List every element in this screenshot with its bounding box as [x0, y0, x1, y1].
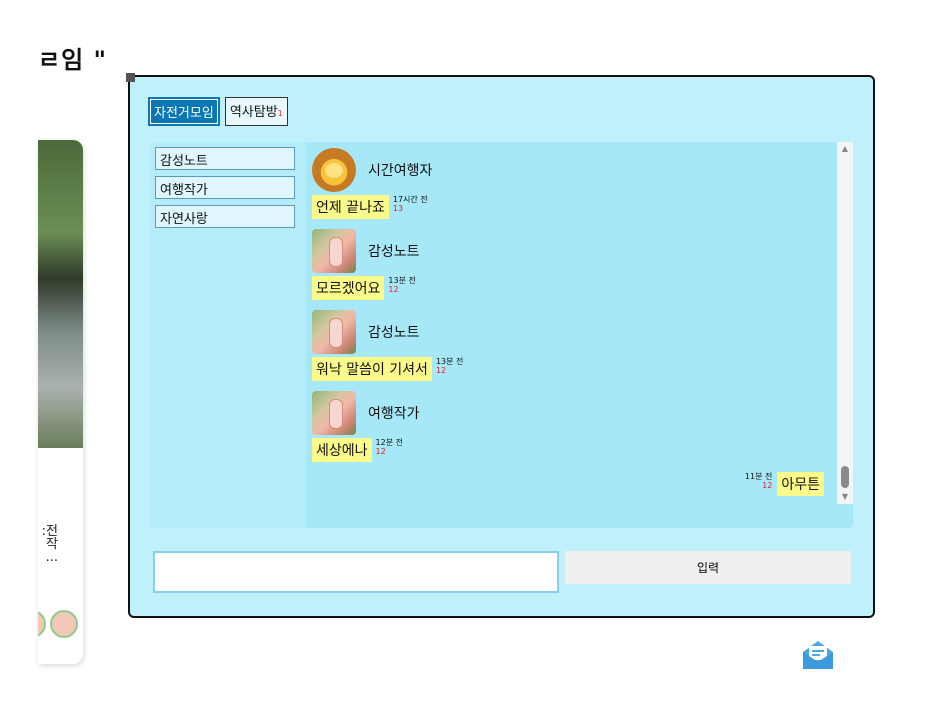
- sender-name: 시간여행자: [368, 163, 433, 179]
- tab-room-history-tour[interactable]: 역사탐방1: [224, 97, 288, 126]
- message-time: 11분 전: [744, 472, 773, 481]
- message-bubble: 워낙 말씀이 기셔서: [312, 357, 432, 381]
- tab-room-bike-club[interactable]: 자전거모임: [148, 97, 220, 126]
- sender-name: 감성노트: [368, 244, 420, 260]
- scroll-up-arrow-icon[interactable]: ▲: [837, 142, 853, 156]
- message-time: 12분 전: [375, 438, 403, 447]
- sender-name: 감성노트: [368, 325, 420, 341]
- unread-badge: 1: [277, 109, 283, 118]
- sender-name: 여행작가: [368, 406, 420, 422]
- chat-body: 감성노트 여행작가 자연사랑 시간여행자 언제 끝나죠 17시간 전 13 감성…: [151, 142, 853, 528]
- page-heading: ㄹ임 ": [38, 46, 108, 74]
- message-meta: 13분 전 12: [436, 357, 463, 375]
- message-list: 시간여행자 언제 끝나죠 17시간 전 13 감성노트 모르겠어요 13분 전 …: [308, 142, 838, 528]
- send-button[interactable]: 입력: [565, 551, 851, 584]
- read-count: 13: [392, 204, 404, 213]
- user-list: 감성노트 여행작가 자연사랑: [151, 142, 306, 528]
- chat-message: 감성노트 워낙 말씀이 기셔서 13분 전 12: [312, 309, 463, 381]
- avatar: [50, 610, 78, 638]
- chat-message: 시간여행자 언제 끝나죠 17시간 전 13: [312, 147, 432, 219]
- chat-message: 여행작가 세상에나 12분 전 12: [312, 390, 420, 462]
- message-input[interactable]: [153, 551, 559, 593]
- read-count: 12: [375, 447, 386, 456]
- user-list-item[interactable]: 감성노트: [155, 147, 295, 170]
- lion-avatar[interactable]: [312, 148, 356, 192]
- read-count: 12: [435, 366, 447, 375]
- participant-avatars: [38, 610, 83, 640]
- room-tabs: 자전거모임 역사탐방1: [148, 97, 288, 126]
- tab-label: 자전거모임: [154, 106, 214, 121]
- post-excerpt-line: ...: [45, 550, 58, 565]
- avatar: [38, 610, 46, 638]
- user-list-item[interactable]: 여행작가: [155, 176, 295, 199]
- resize-handle[interactable]: [126, 73, 135, 82]
- photo-avatar[interactable]: [312, 310, 356, 354]
- message-time: 17시간 전: [392, 195, 428, 204]
- scroll-thumb[interactable]: [841, 466, 849, 488]
- scroll-down-arrow-icon[interactable]: ▼: [837, 490, 853, 504]
- message-meta: 13분 전 12: [388, 276, 415, 294]
- photo-avatar[interactable]: [312, 229, 356, 273]
- post-excerpt: :전 작 ...: [38, 525, 83, 564]
- message-time: 13분 전: [435, 357, 464, 366]
- read-count: 12: [388, 285, 399, 294]
- my-message: 11분 전 12 아무튼: [745, 472, 824, 496]
- photo-avatar[interactable]: [312, 391, 356, 435]
- message-scrollbar[interactable]: ▲ ▼: [837, 142, 853, 504]
- envelope-open-icon[interactable]: [800, 638, 836, 672]
- message-meta: 17시간 전 13: [393, 195, 428, 213]
- read-count: 12: [762, 481, 773, 490]
- user-list-item[interactable]: 자연사랑: [155, 205, 295, 228]
- post-photo: [38, 140, 83, 448]
- message-bubble: 세상에나: [312, 438, 372, 462]
- message-bubble: 아무튼: [777, 472, 824, 496]
- message-meta: 12분 전 12: [376, 438, 403, 456]
- message-time: 13분 전: [388, 276, 416, 285]
- message-bubble: 모르겠어요: [312, 276, 385, 300]
- tab-label: 역사탐방: [229, 105, 278, 120]
- message-bubble: 언제 끝나죠: [312, 195, 389, 219]
- background-post-card[interactable]: :전 작 ...: [38, 140, 83, 664]
- message-meta: 11분 전 12: [745, 472, 772, 490]
- chat-window: 자전거모임 역사탐방1 감성노트 여행작가 자연사랑 시간여행자 언제 끝나죠 …: [126, 73, 875, 618]
- chat-message: 감성노트 모르겠어요 13분 전 12: [312, 228, 420, 300]
